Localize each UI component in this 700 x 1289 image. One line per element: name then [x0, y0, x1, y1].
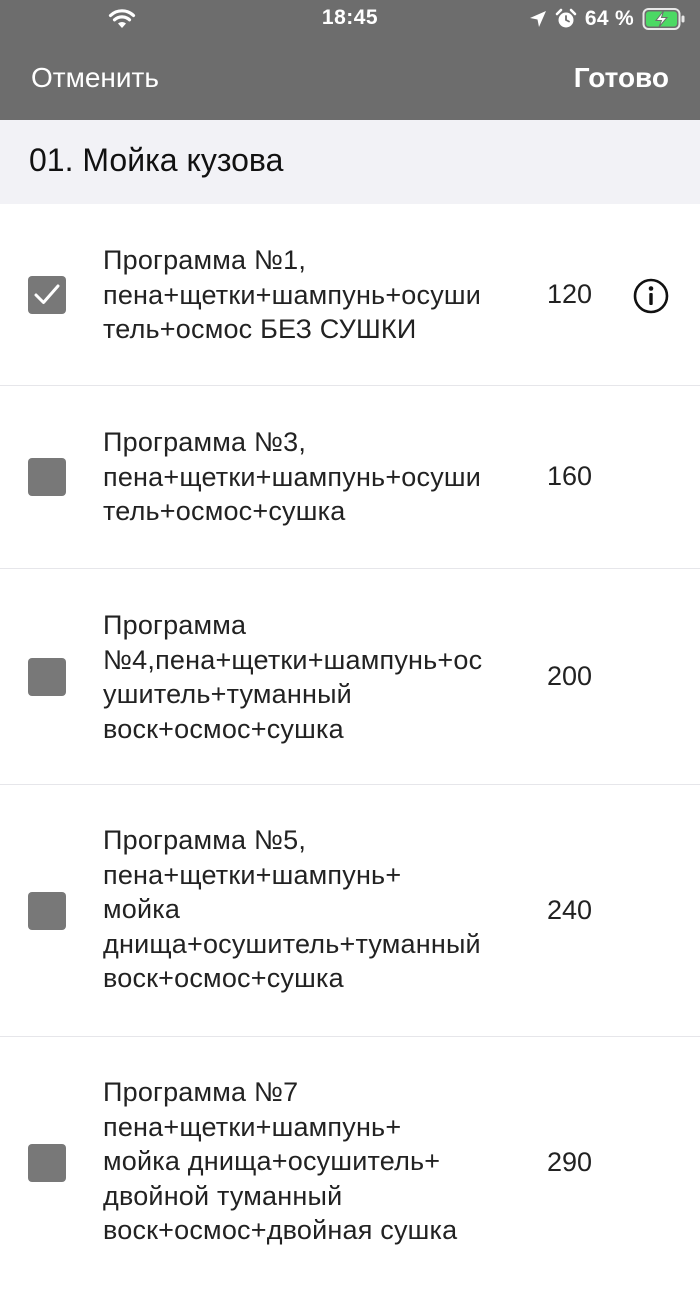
program-title: Программа №7 пена+щетки+шампунь+ мойка д… [103, 1077, 458, 1245]
status-right-group: 64 % [529, 6, 686, 32]
program-price: 240 [547, 894, 593, 925]
checkmark-icon [34, 284, 60, 304]
location-arrow-icon [529, 11, 546, 27]
info-icon[interactable] [633, 278, 669, 314]
status-bar: 18:45 64 % [0, 0, 700, 40]
program-price: 200 [547, 660, 593, 691]
section-title: 01. Мойка кузова [29, 142, 284, 178]
section-header: 01. Мойка кузова [0, 120, 700, 204]
program-title: Программа №1, пена+щетки+шампунь+осуши т… [103, 245, 482, 344]
checkbox-unchecked[interactable] [28, 458, 66, 496]
navigation-bar: Отменить Готово [0, 40, 700, 120]
list-item[interactable]: Программа №3, пена+щетки+шампунь+осуши т… [0, 386, 700, 569]
program-price: 160 [547, 461, 593, 491]
program-price: 290 [547, 1147, 593, 1177]
cancel-button[interactable]: Отменить [31, 62, 159, 94]
checkbox-unchecked[interactable] [28, 1144, 66, 1182]
list-item[interactable]: Программа №4,пена+щетки+шампунь+ос ушите… [0, 569, 700, 785]
battery-charging-icon [642, 8, 685, 30]
list-item[interactable]: Программа №1, пена+щетки+шампунь+осуши т… [0, 204, 700, 386]
program-list: Программа №1, пена+щетки+шампунь+осуши т… [0, 204, 700, 1289]
done-button[interactable]: Готово [574, 62, 669, 94]
alarm-icon [555, 8, 577, 28]
checkbox-unchecked[interactable] [28, 657, 66, 696]
program-title: Программа №3, пена+щетки+шампунь+осуши т… [103, 427, 482, 526]
checkbox-checked[interactable] [28, 275, 66, 314]
list-item[interactable]: Программа №5, пена+щетки+шампунь+ мойка … [0, 785, 700, 1037]
checkbox-unchecked[interactable] [28, 891, 66, 930]
program-price: 120 [547, 278, 593, 309]
program-title: Программа №4,пена+щетки+шампунь+ос ушите… [103, 610, 483, 744]
battery-percent: 64 % [584, 7, 634, 30]
list-item[interactable]: Программа №7 пена+щетки+шампунь+ мойка д… [0, 1037, 700, 1289]
top-bar: 18:45 64 % Отменить Готово [0, 0, 700, 120]
program-title: Программа №5, пена+щетки+шампунь+ мойка … [103, 825, 481, 993]
